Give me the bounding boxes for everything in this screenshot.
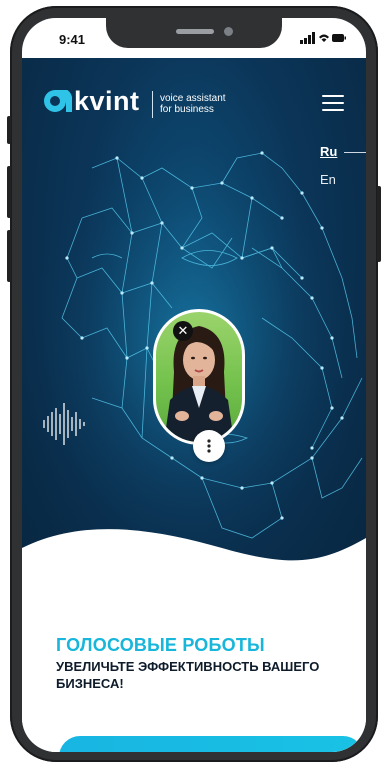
- more-vertical-icon[interactable]: [193, 430, 225, 462]
- phone-notch: [106, 18, 282, 48]
- phone-frame: 9:41 kvint voice assistant for business …: [7, 6, 381, 762]
- language-underline: [344, 152, 366, 153]
- close-icon[interactable]: ✕: [173, 321, 193, 341]
- front-camera: [224, 27, 233, 36]
- mute-switch: [7, 116, 11, 144]
- kvint-logo-icon[interactable]: [44, 90, 72, 112]
- hero-wave-divider: [22, 529, 366, 588]
- status-time: 9:41: [59, 32, 86, 47]
- volume-down-button: [7, 230, 11, 282]
- logo-text[interactable]: kvint: [74, 86, 140, 117]
- language-ru[interactable]: Ru: [320, 144, 337, 159]
- video-widget[interactable]: [153, 309, 245, 445]
- status-icons: [300, 32, 346, 44]
- tagline-line-2: for business: [160, 104, 214, 115]
- tagline: voice assistant for business: [160, 93, 226, 115]
- speaker-grille: [176, 29, 214, 34]
- status-bar: 9:41: [22, 18, 366, 62]
- tagline-line-1: voice assistant: [160, 93, 226, 104]
- battery-icon: [332, 34, 344, 42]
- volume-up-button: [7, 166, 11, 218]
- logo-divider: [152, 91, 153, 118]
- signal-icon: [300, 32, 315, 44]
- power-button: [377, 186, 381, 262]
- hero-subtitle: УВЕЛИЧЬТЕ ЭФФЕКТИВНОСТЬ ВАШЕГО БИЗНЕСА!: [56, 659, 320, 691]
- presenter-video-thumbnail: [164, 326, 234, 442]
- wifi-icon: [319, 34, 329, 42]
- hamburger-menu-icon[interactable]: [322, 95, 344, 113]
- hero-title: ГОЛОСОВЫЕ РОБОТЫ: [56, 635, 265, 655]
- phone-screen: 9:41 kvint voice assistant for business …: [22, 18, 366, 752]
- submit-request-button[interactable]: Оставить заявку: [59, 736, 364, 752]
- language-en[interactable]: En: [320, 172, 336, 187]
